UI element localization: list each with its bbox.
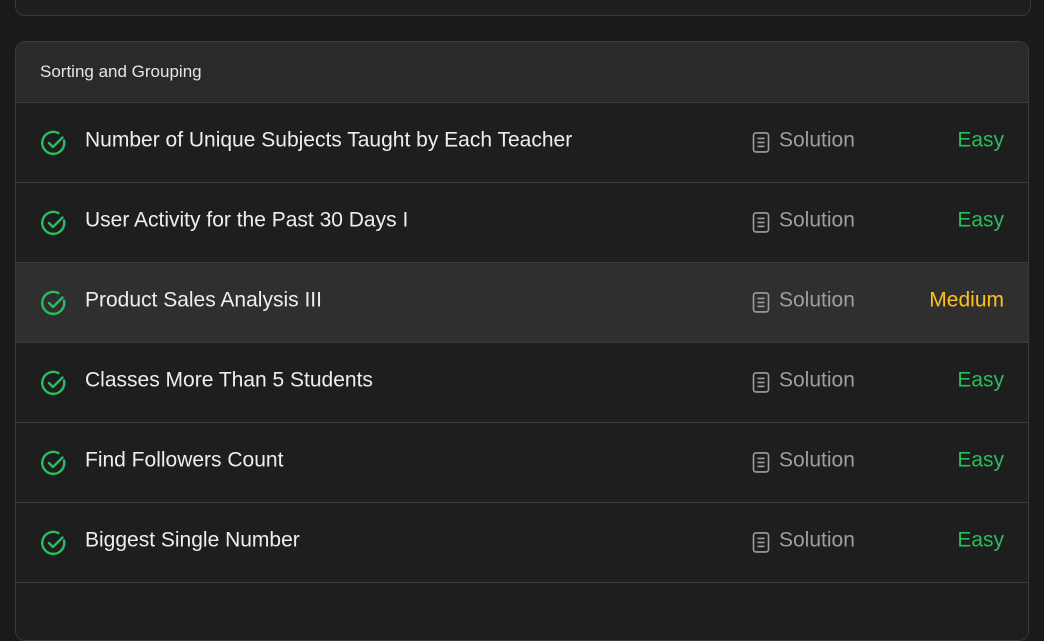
solution-label: Solution xyxy=(779,367,855,391)
solution-label: Solution xyxy=(779,207,855,231)
solution-label: Solution xyxy=(779,447,855,471)
problem-row[interactable]: User Activity for the Past 30 Days I Sol… xyxy=(16,182,1028,262)
document-icon xyxy=(752,371,770,393)
circle-check-icon xyxy=(41,450,66,475)
problem-title[interactable]: Biggest Single Number xyxy=(85,528,300,552)
problem-row[interactable]: Product Sales Analysis III Solution Medi… xyxy=(16,262,1028,342)
problem-title[interactable]: User Activity for the Past 30 Days I xyxy=(85,208,408,232)
document-icon xyxy=(752,531,770,553)
solution-label: Solution xyxy=(779,287,855,311)
solution-label: Solution xyxy=(779,127,855,151)
solution-link[interactable]: Solution xyxy=(751,527,855,553)
section-sorting-and-grouping: Sorting and Grouping Number of Unique Su… xyxy=(15,41,1029,641)
section-header: Sorting and Grouping xyxy=(16,42,1028,102)
previous-section-card xyxy=(15,0,1031,16)
circle-check-icon xyxy=(41,130,66,155)
problem-title[interactable]: Product Sales Analysis III xyxy=(85,288,322,312)
document-icon xyxy=(752,451,770,473)
difficulty-badge: Easy xyxy=(957,208,1004,232)
solution-label: Solution xyxy=(779,527,855,551)
circle-check-icon xyxy=(41,290,66,315)
solution-link[interactable]: Solution xyxy=(751,127,855,153)
difficulty-badge: Easy xyxy=(957,528,1004,552)
problem-row[interactable] xyxy=(16,582,1028,640)
problem-row[interactable]: Classes More Than 5 Students Solution Ea… xyxy=(16,342,1028,422)
difficulty-badge: Easy xyxy=(957,448,1004,472)
document-icon xyxy=(752,131,770,153)
problem-row[interactable]: Number of Unique Subjects Taught by Each… xyxy=(16,102,1028,182)
solution-link[interactable]: Solution xyxy=(751,367,855,393)
problem-row[interactable]: Biggest Single Number Solution Easy xyxy=(16,502,1028,582)
difficulty-badge: Easy xyxy=(957,368,1004,392)
solution-link[interactable]: Solution xyxy=(751,207,855,233)
problem-row[interactable]: Find Followers Count Solution Easy xyxy=(16,422,1028,502)
problem-title[interactable]: Classes More Than 5 Students xyxy=(85,368,373,392)
difficulty-badge: Medium xyxy=(929,288,1004,312)
difficulty-badge: Easy xyxy=(957,128,1004,152)
solution-link[interactable]: Solution xyxy=(751,447,855,473)
document-icon xyxy=(752,291,770,313)
problem-title[interactable]: Number of Unique Subjects Taught by Each… xyxy=(85,128,572,152)
solution-link[interactable]: Solution xyxy=(751,287,855,313)
problem-title[interactable]: Find Followers Count xyxy=(85,448,283,472)
circle-check-icon xyxy=(41,370,66,395)
document-icon xyxy=(752,211,770,233)
circle-check-icon xyxy=(41,210,66,235)
circle-check-icon xyxy=(41,530,66,555)
section-title: Sorting and Grouping xyxy=(40,62,202,81)
